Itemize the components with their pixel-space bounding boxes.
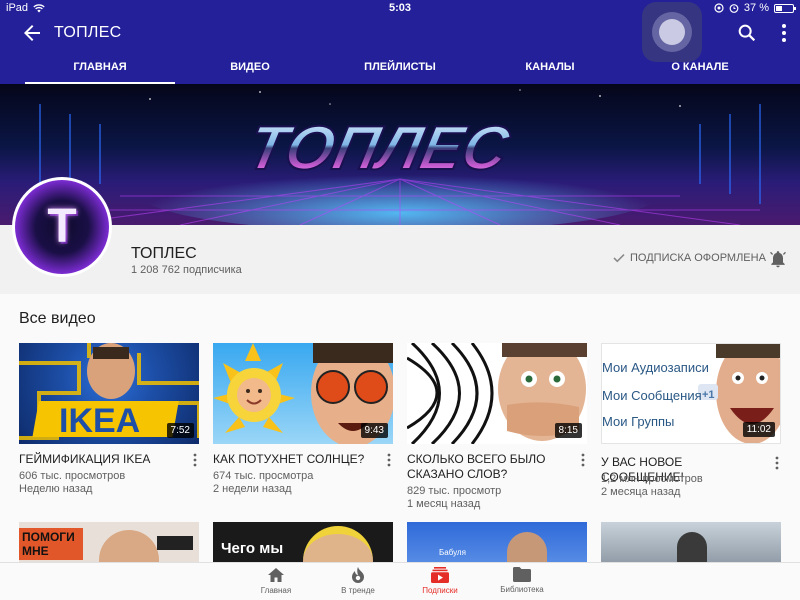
video-title[interactable]: СКОЛЬКО ВСЕГО БЫЛО СКАЗАНО СЛОВ? (407, 452, 572, 482)
back-arrow-icon[interactable] (20, 21, 44, 45)
nav-trending[interactable]: В тренде (318, 567, 398, 595)
tab-about[interactable]: О КАНАЛЕ (650, 52, 750, 84)
nav-label: В тренде (341, 586, 375, 595)
tab-videos[interactable]: ВИДЕО (200, 52, 300, 84)
video-age: 2 недели назад (213, 483, 292, 495)
page-title: ТОПЛЕС (54, 24, 122, 41)
orientation-lock-icon (714, 3, 724, 13)
video-age: 1 месяц назад (407, 498, 481, 510)
vk-menu-line: Мои Аудиозаписи (602, 360, 709, 375)
video-thumbnail[interactable]: Бабуля (407, 522, 587, 566)
subscribed-label: ПОДПИСКА ОФОРМЛЕНА (630, 252, 766, 264)
video-more-icon[interactable] (383, 453, 395, 467)
thumb-caption: Бабуля (439, 548, 466, 557)
vk-badge: +1 (702, 389, 715, 401)
banner-title: ТОПЛЕС (242, 114, 516, 183)
subscriptions-icon (431, 567, 449, 583)
nav-label: Подписки (422, 586, 458, 595)
thumb-figure (157, 536, 193, 550)
tab-channels[interactable]: КАНАЛЫ (500, 52, 600, 84)
nav-subscriptions[interactable]: Подписки (400, 567, 480, 595)
video-duration: 11:02 (742, 422, 775, 437)
vk-menu-line: Мои Группы (602, 414, 675, 429)
thumb-figure (303, 526, 373, 566)
nav-home[interactable]: Главная (236, 567, 316, 595)
avatar-letter: T (47, 200, 77, 253)
video-more-icon[interactable] (577, 453, 589, 467)
vk-menu-line: Мои Сообщения (602, 388, 702, 403)
avatar-art: T (15, 180, 109, 274)
video-duration: 7:52 (166, 423, 194, 438)
video-views: 829 тыс. просмотр (407, 485, 502, 497)
video-views: 674 тыс. просмотра (213, 470, 314, 482)
video-views: 1,2 млн просмотров (601, 473, 703, 485)
video-more-icon[interactable] (771, 456, 783, 470)
video-thumbnail[interactable]: 8:15 (407, 343, 587, 444)
channel-banner: ТОПЛЕС (0, 84, 800, 225)
nav-label: Главная (260, 586, 292, 595)
subscribed-button[interactable]: ПОДПИСКА ОФОРМЛЕНА (613, 252, 766, 264)
thumb-figure (99, 530, 159, 566)
banner-art: ТОПЛЕС (39, 89, 761, 225)
search-icon[interactable] (736, 22, 758, 44)
video-age: 2 месяца назад (601, 486, 681, 498)
nav-library[interactable]: Библиотека (482, 567, 562, 594)
channel-avatar[interactable]: T (12, 177, 112, 277)
video-title[interactable]: КАК ПОТУХНЕТ СОЛНЦЕ? (213, 452, 378, 467)
tab-home[interactable]: ГЛАВНАЯ (25, 52, 175, 84)
thumb-caption: Чего мы (221, 540, 284, 557)
video-thumbnail[interactable] (601, 522, 781, 566)
video-thumbnail[interactable]: Мои Аудиозаписи Мои Сообщения +1 Мои Гру… (601, 343, 781, 444)
home-icon (268, 568, 284, 582)
channel-info-bar: ТОПЛЕС 1 208 762 подписчика ПОДПИСКА ОФО… (0, 225, 800, 294)
video-more-icon[interactable] (189, 453, 201, 467)
video-thumbnail[interactable]: Чего мы (213, 522, 393, 566)
thumb-caption: ПОМОГИ МНЕ (19, 528, 83, 560)
check-icon (613, 254, 625, 263)
ikea-thumb-text: IKEA (59, 402, 140, 440)
status-right: 37 % (714, 2, 796, 14)
thumb-figure (507, 532, 547, 566)
video-title[interactable]: ГЕЙМИФИКАЦИЯ IKEA (19, 452, 184, 467)
more-vert-icon[interactable] (774, 22, 794, 44)
tab-playlists[interactable]: ПЛЕЙЛИСТЫ (340, 52, 460, 84)
video-duration: 8:15 (554, 423, 582, 438)
bottom-navigation: Главная В тренде Подписки Библиотека (0, 562, 800, 600)
subscriber-count: 1 208 762 подписчика (131, 264, 242, 276)
video-thumbnail[interactable]: ПОМОГИ МНЕ (19, 522, 199, 566)
channel-tabs: ГЛАВНАЯ ВИДЕО ПЛЕЙЛИСТЫ КАНАЛЫ О КАНАЛЕ (0, 52, 800, 84)
video-views: 606 тыс. просмотров (19, 470, 126, 482)
flame-icon (352, 567, 364, 583)
channel-name: ТОПЛЕС (131, 245, 197, 262)
video-duration: 9:43 (360, 423, 388, 438)
app-header: iPad 5:03 37 % ТОПЛЕС ГЛАВНАЯ ВИДЕО ПЛЕЙ… (0, 0, 800, 84)
notification-bell-icon[interactable] (768, 249, 788, 269)
assistive-touch-dot (659, 19, 685, 45)
section-title: Все видео (19, 310, 96, 327)
video-age: Неделю назад (19, 483, 93, 495)
folder-icon (513, 567, 531, 582)
thumb-figure (677, 532, 707, 566)
battery-percent: 37 % (743, 2, 769, 14)
video-thumbnail[interactable]: 9:43 (213, 343, 393, 444)
battery-icon (774, 3, 796, 13)
video-thumbnail[interactable]: IKEA 7:52 (19, 343, 199, 444)
alarm-icon (729, 4, 739, 13)
nav-label: Библиотека (500, 585, 544, 594)
